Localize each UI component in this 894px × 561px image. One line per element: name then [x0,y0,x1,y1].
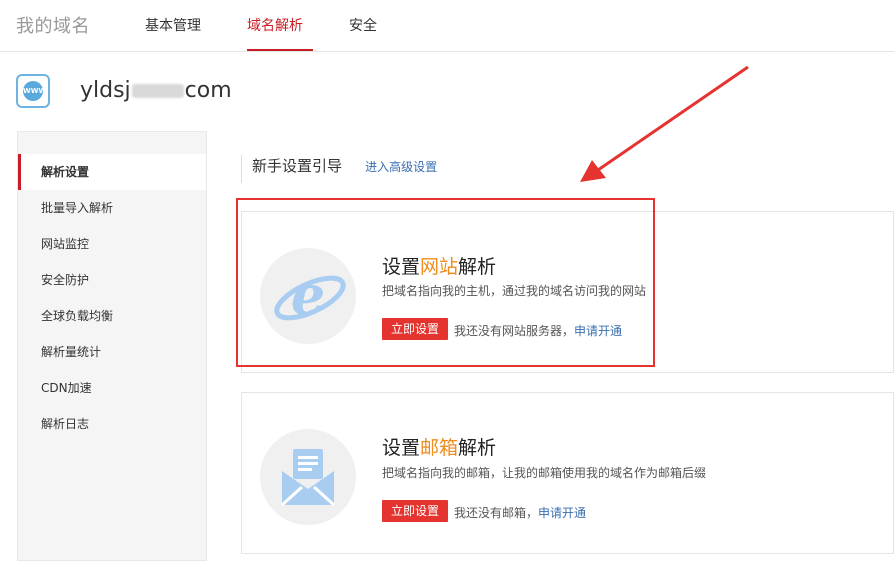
mail-envelope-icon [260,429,356,525]
sidebar-item-resolution-log[interactable]: 解析日志 [18,406,206,442]
domain-prefix: yldsj [80,78,131,103]
card-description: 把域名指向我的邮箱，让我的邮箱使用我的域名作为邮箱后缀 [382,466,707,480]
advanced-settings-link[interactable]: 进入高级设置 [365,160,437,174]
top-nav-bar: 我的域名 基本管理 域名解析 安全 [0,0,894,52]
sidebar: 解析设置 批量导入解析 网站监控 安全防护 全球负载均衡 解析量统计 CDN加速… [17,131,207,561]
www-globe-icon: WWW [16,74,50,108]
apply-link[interactable]: 申请开通 [538,506,586,520]
sidebar-item-site-monitor[interactable]: 网站监控 [18,226,206,262]
brand-title: 我的域名 [16,16,90,37]
mail-resolution-card: 设置邮箱解析 把域名指向我的邮箱，让我的邮箱使用我的域名作为邮箱后缀 立即设置 … [241,392,894,554]
tab-security[interactable]: 安全 [349,15,377,51]
annotation-highlight-box [236,198,655,367]
tab-basic-management[interactable]: 基本管理 [145,15,201,51]
setup-now-button[interactable]: 立即设置 [382,500,449,522]
redacted-blur [131,84,184,98]
domain-name: yldsj com [80,78,232,103]
sidebar-item-security-protection[interactable]: 安全防护 [18,262,206,298]
card-note: 我还没有邮箱，申请开通 [454,506,587,520]
domain-suffix: com [184,78,232,103]
card-title: 设置邮箱解析 [382,437,497,459]
sidebar-item-resolution-settings[interactable]: 解析设置 [18,154,206,190]
tab-domain-resolution[interactable]: 域名解析 [247,15,313,51]
guide-title: 新手设置引导 [252,157,343,175]
sidebar-item-query-stats[interactable]: 解析量统计 [18,334,206,370]
sidebar-item-bulk-import[interactable]: 批量导入解析 [18,190,206,226]
sidebar-item-global-load-balance[interactable]: 全球负载均衡 [18,298,206,334]
sidebar-item-cdn[interactable]: CDN加速 [18,370,206,406]
guide-header: 新手设置引导 进入高级设置 [241,155,437,183]
